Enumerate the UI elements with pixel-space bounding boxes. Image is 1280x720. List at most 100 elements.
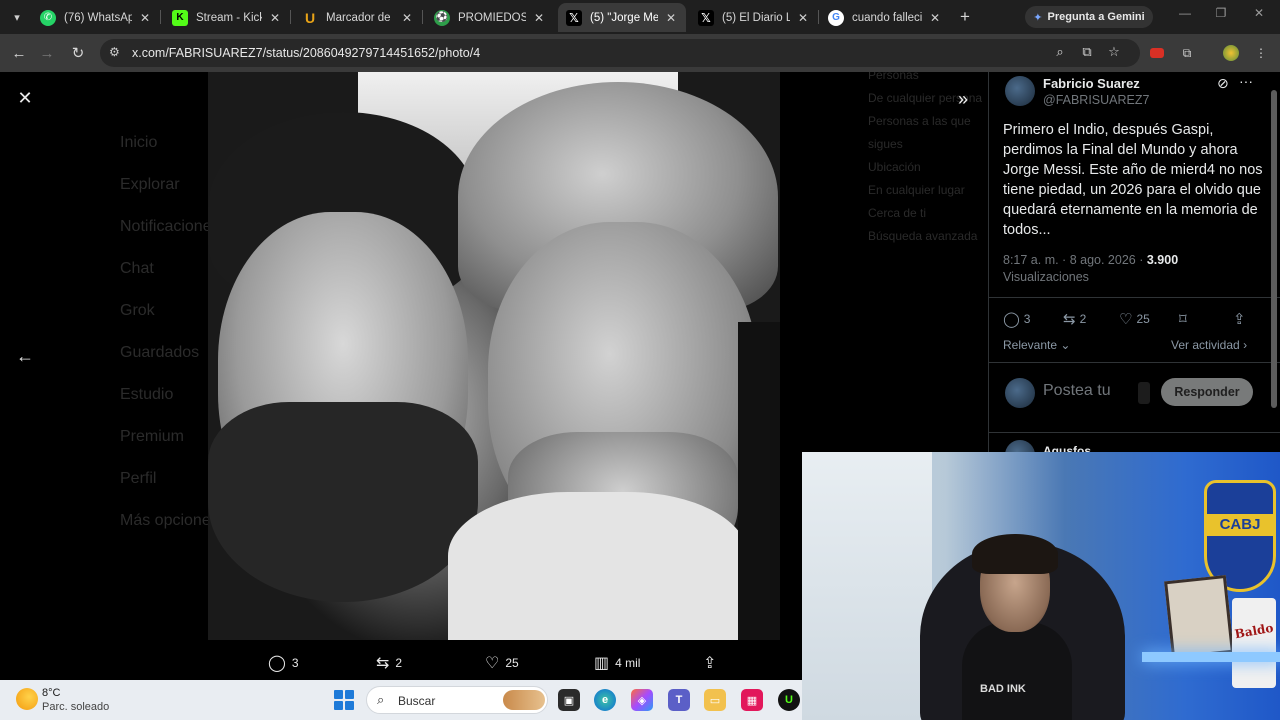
- windows-start-icon[interactable]: [334, 690, 354, 710]
- current-user-avatar: [1005, 378, 1035, 408]
- extensions-puzzle-icon[interactable]: ⧉: [1176, 42, 1198, 64]
- pinned-app-icon[interactable]: U: [778, 689, 800, 711]
- close-tab-icon[interactable]: ✕: [928, 11, 942, 25]
- repost-button[interactable]: ⇆ 2: [1063, 310, 1086, 328]
- chevron-right-icon: ›: [1243, 338, 1248, 352]
- grok-icon[interactable]: ⊘: [1217, 75, 1229, 92]
- tweet-photo[interactable]: [208, 72, 780, 640]
- tab-promiedos[interactable]: ⚽ PROMIEDOS - F ✕: [426, 3, 554, 32]
- share-button[interactable]: ⇪: [1233, 310, 1246, 328]
- repost-icon: ⇆: [376, 655, 390, 672]
- reply-submit-button[interactable]: Responder: [1161, 378, 1253, 406]
- like-button[interactable]: ♡ 25: [1119, 310, 1150, 328]
- photo-views-button[interactable]: ▥ 4 mil: [594, 652, 640, 674]
- tab-marcador[interactable]: U Marcador de la ✕: [294, 3, 422, 32]
- forward-button[interactable]: →: [36, 42, 58, 64]
- extension-icon[interactable]: [1146, 42, 1168, 64]
- gemini-star-icon: ✦: [1033, 11, 1043, 24]
- reply-drag-handle[interactable]: [1138, 382, 1150, 404]
- sort-replies-dropdown[interactable]: Relevante ⌄: [1003, 338, 1070, 352]
- author-name[interactable]: Fabricio Suarez: [1043, 76, 1140, 91]
- cast-icon[interactable]: ⧉: [1078, 44, 1096, 60]
- bg-filter-item: Cerca de ti: [868, 206, 927, 220]
- tweet-timestamp[interactable]: 8:17 a. m. · 8 ago. 2026 ·: [1003, 253, 1143, 267]
- whatsapp-icon: ✆: [40, 9, 56, 26]
- tab-whatsapp[interactable]: ✆ (76) WhatsApp ✕: [32, 3, 160, 32]
- taskbar-search-input[interactable]: ⌕ Buscar: [366, 686, 548, 714]
- new-tab-button[interactable]: +: [954, 6, 976, 28]
- gemini-button[interactable]: ✦ Pregunta a Gemini: [1025, 6, 1153, 28]
- collapse-panel-icon[interactable]: »: [950, 86, 976, 112]
- tweet-views-count: 3.900: [1146, 253, 1179, 267]
- close-viewer-button[interactable]: ✕: [13, 86, 37, 110]
- chevron-down-icon: ⌄: [1060, 338, 1071, 352]
- weather-sun-icon[interactable]: [16, 688, 38, 710]
- photo-frame: [1164, 574, 1234, 660]
- close-tab-icon[interactable]: ✕: [796, 11, 810, 25]
- close-window-button[interactable]: ✕: [1244, 6, 1274, 20]
- tweet-text: Primero el Indio, después Gaspi, perdimo…: [1003, 122, 1263, 238]
- close-tab-icon[interactable]: ✕: [268, 11, 282, 25]
- tab-jorge-messi[interactable]: 𝕏 (5) "Jorge Messi ✕: [558, 3, 686, 32]
- browser-menu-icon[interactable]: ⋮: [1250, 42, 1272, 64]
- view-activity-link[interactable]: Ver actividad ›: [1171, 338, 1247, 352]
- weather-description[interactable]: Parc. soleado: [42, 701, 109, 713]
- close-tab-icon[interactable]: ✕: [532, 11, 546, 25]
- tweet-views-label: Visualizaciones: [1003, 270, 1089, 284]
- bg-filter-item: En cualquier lugar: [868, 183, 965, 197]
- close-tab-icon[interactable]: ✕: [664, 11, 678, 25]
- bg-filter-item: Búsqueda avanzada: [868, 229, 978, 243]
- close-tab-icon[interactable]: ✕: [138, 11, 152, 25]
- reply-icon: ◯: [268, 655, 286, 672]
- tab-search-icon[interactable]: ▾: [6, 6, 28, 28]
- browser-toolbar: ← → ↻ ⚙ x.com/FABRISUAREZ7/status/208604…: [0, 34, 1280, 72]
- bookmark-star-icon[interactable]: ☆: [1105, 44, 1123, 60]
- u-logo-icon: U: [304, 9, 316, 26]
- photo-like-button[interactable]: ♡ 25: [485, 652, 519, 674]
- more-options-icon[interactable]: ···: [1239, 73, 1253, 89]
- author-handle[interactable]: @FABRISUAREZ7: [1043, 93, 1149, 107]
- bookmark-icon: ⌑: [1179, 311, 1187, 328]
- photo-repost-button[interactable]: ⇆ 2: [376, 652, 402, 674]
- bookmark-button[interactable]: ⌑: [1179, 310, 1187, 328]
- copilot-icon[interactable]: ◈: [631, 689, 653, 711]
- x-logo-icon: 𝕏: [566, 9, 582, 26]
- bg-filter-item: Personas: [868, 72, 919, 82]
- panel-scrollbar[interactable]: [1271, 90, 1277, 408]
- teams-icon[interactable]: T: [668, 689, 690, 711]
- task-view-icon[interactable]: ▣: [558, 689, 580, 711]
- windows-taskbar: 8°C Parc. soleado ⌕ Buscar ▣ e ◈ T ▭ ▦ U: [0, 680, 802, 720]
- shirt-logo: BAD INK: [980, 683, 1026, 695]
- reply-input[interactable]: Postea tu: [1043, 382, 1111, 400]
- author-avatar[interactable]: [1005, 76, 1035, 106]
- share-icon: ⇪: [703, 655, 717, 672]
- app-icon[interactable]: ▦: [741, 689, 763, 711]
- back-button[interactable]: ←: [8, 42, 30, 64]
- reply-button[interactable]: ◯ 3: [1003, 310, 1030, 328]
- maximize-button[interactable]: ❐: [1206, 6, 1236, 20]
- repost-icon: ⇆: [1063, 311, 1076, 328]
- address-bar[interactable]: ⚙ x.com/FABRISUAREZ7/status/208604927971…: [100, 39, 1140, 67]
- file-explorer-icon[interactable]: ▭: [704, 689, 726, 711]
- close-tab-icon[interactable]: ✕: [400, 11, 414, 25]
- profile-avatar[interactable]: [1220, 42, 1242, 64]
- weather-temperature[interactable]: 8°C: [42, 687, 60, 699]
- tab-google[interactable]: G cuando fallecio ✕: [820, 3, 950, 32]
- browser-tab-strip: ▾ ✆ (76) WhatsApp ✕ K Stream - Kick Da ✕…: [0, 0, 1280, 34]
- heart-icon: ♡: [485, 655, 500, 672]
- previous-photo-button[interactable]: ←: [13, 344, 37, 368]
- tab-el-diario[interactable]: 𝕏 (5) El Diario Libe ✕: [690, 3, 818, 32]
- photo-reply-button[interactable]: ◯ 3: [268, 652, 299, 674]
- search-icon: ⌕: [377, 692, 385, 707]
- tab-kick[interactable]: K Stream - Kick Da ✕: [164, 3, 290, 32]
- edge-icon[interactable]: e: [594, 689, 616, 711]
- reload-button[interactable]: ↻: [67, 42, 89, 64]
- bg-filter-item: Personas a las que sigues: [868, 114, 971, 151]
- webcam-overlay: BAD INK CABJ Baldo: [802, 452, 1280, 720]
- tweet-detail-panel: Fabricio Suarez @FABRISUAREZ7 ⊘ ··· Prim…: [988, 72, 1280, 470]
- zoom-icon[interactable]: ⌕: [1051, 44, 1069, 60]
- minimize-button[interactable]: —: [1170, 6, 1200, 20]
- photo-share-button[interactable]: ⇪: [703, 652, 716, 674]
- site-info-icon[interactable]: ⚙: [109, 45, 120, 59]
- reply-icon: ◯: [1003, 311, 1020, 328]
